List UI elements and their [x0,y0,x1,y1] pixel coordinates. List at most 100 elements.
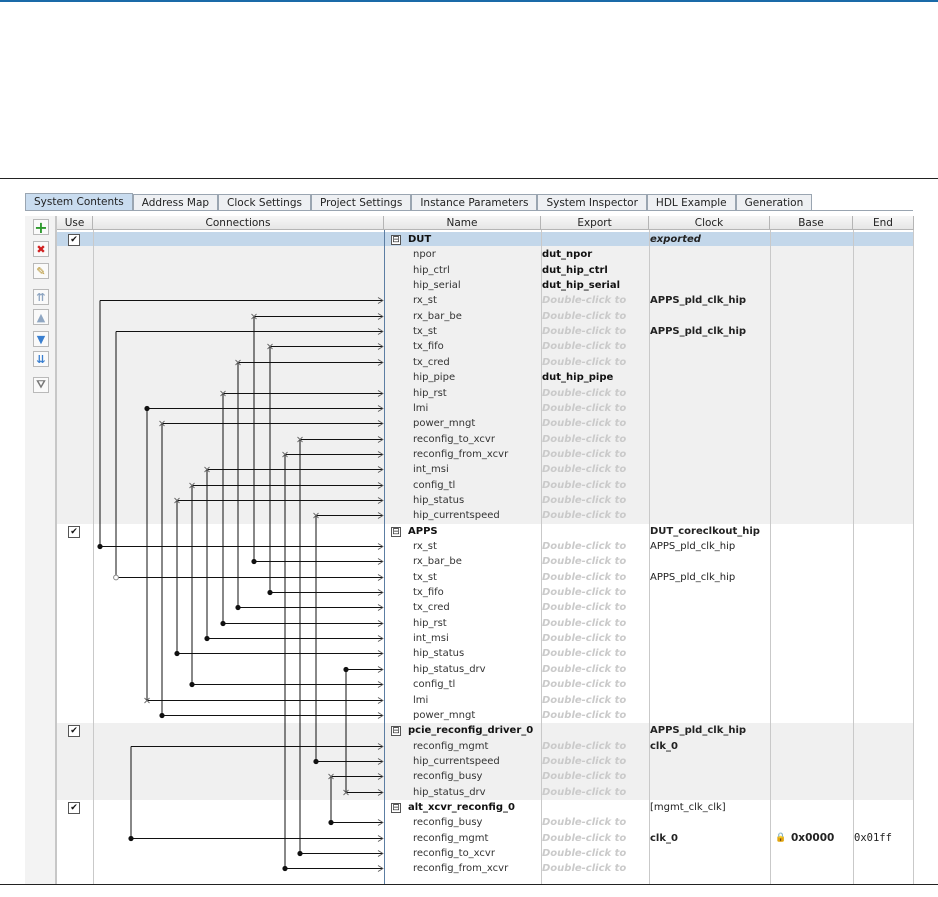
connections-graph[interactable] [56,216,386,884]
export-placeholder[interactable]: Double-click to [542,585,647,600]
connection-dot [189,681,195,688]
export-placeholder[interactable]: Double-click to [542,401,647,416]
export-placeholder[interactable]: Double-click to [542,493,647,508]
column-header-end[interactable]: End [853,216,914,230]
export-placeholder[interactable]: Double-click to [542,416,647,431]
interface-name: rx_st [413,295,437,306]
tab-instance-parameters[interactable]: Instance Parameters [411,194,538,211]
export-placeholder[interactable]: Double-click to [542,846,647,861]
export-placeholder[interactable]: Double-click to [542,432,647,447]
connection-dot [144,405,150,412]
export-placeholder[interactable]: Double-click to [542,293,647,308]
connection-dot [282,865,288,872]
end-address: 0x01ff [854,832,892,844]
clock-value[interactable]: APPS_pld_clk_hip [650,723,768,738]
tab-system-contents[interactable]: System Contents [25,193,133,211]
filter-icon[interactable]: ⛛ [33,377,49,393]
export-placeholder[interactable]: Double-click to [542,785,647,800]
add-icon[interactable]: + [33,218,49,237]
export-placeholder[interactable]: Double-click to [542,861,647,876]
connection-dot [204,635,210,642]
export-placeholder[interactable]: Double-click to [542,754,647,769]
move-bottom-icon[interactable]: ⇊ [33,351,49,367]
export-value[interactable]: dut_hip_pipe [542,370,647,385]
tab-generation[interactable]: Generation [735,194,813,211]
export-placeholder[interactable]: Double-click to [542,662,647,677]
connection-dot [267,589,273,596]
export-placeholder[interactable]: Double-click to [542,554,647,569]
interface-name: tx_st [413,572,437,583]
export-placeholder[interactable]: Double-click to [542,539,647,554]
export-placeholder[interactable]: Double-click to [542,600,647,615]
export-placeholder[interactable]: Double-click to [542,462,647,477]
export-value[interactable]: dut_npor [542,247,647,262]
tab-address-map[interactable]: Address Map [132,194,219,211]
interface-name: hip_serial [413,280,461,291]
component-name: alt_xcvr_reconfig_0 [408,802,515,813]
interface-name: rx_st [413,541,437,552]
clock-value[interactable]: APPS_pld_clk_hip [650,570,768,585]
clock-value[interactable]: clk_0 [650,739,768,754]
column-header-name[interactable]: Name [384,216,541,230]
export-placeholder[interactable]: Double-click to [542,508,647,523]
interface-name: rx_bar_be [413,556,462,567]
clock-value[interactable]: clk_0 [650,831,768,846]
export-placeholder[interactable]: Double-click to [542,708,647,723]
export-placeholder[interactable]: Double-click to [542,309,647,324]
interface-name: lmi [413,695,429,706]
interface-name: tx_fifo [413,341,444,352]
top-rule [0,178,938,179]
clock-value[interactable]: APPS_pld_clk_hip [650,539,768,554]
export-placeholder[interactable]: Double-click to [542,631,647,646]
interface-name: config_tl [413,679,456,690]
interface-name: hip_currentspeed [413,510,500,521]
export-placeholder[interactable]: Double-click to [542,769,647,784]
connection-dot [343,666,349,673]
export-placeholder[interactable]: Double-click to [542,831,647,846]
export-placeholder[interactable]: Double-click to [542,570,647,585]
move-up-icon[interactable]: ▲ [33,309,49,325]
export-placeholder[interactable]: Double-click to [542,616,647,631]
interface-name: hip_status_drv [413,664,486,675]
export-placeholder[interactable]: Double-click to [542,447,647,462]
tab-system-inspector[interactable]: System Inspector [537,194,647,211]
column-header-clock[interactable]: Clock [649,216,770,230]
export-value[interactable]: dut_hip_ctrl [542,263,647,278]
export-placeholder[interactable]: Double-click to [542,677,647,692]
export-value[interactable]: dut_hip_serial [542,278,647,293]
connection-dot [159,712,165,719]
export-placeholder[interactable]: Double-click to [542,339,647,354]
interface-name: hip_status [413,648,465,659]
clock-value[interactable]: APPS_pld_clk_hip [650,293,768,308]
export-placeholder[interactable]: Double-click to [542,739,647,754]
remove-icon[interactable]: ✖ [33,241,49,257]
interface-name: int_msi [413,633,449,644]
move-top-icon[interactable]: ⇈ [33,289,49,305]
interface-name: reconfig_mgmt [413,833,489,844]
clock-value[interactable]: APPS_pld_clk_hip [650,324,768,339]
tab-project-settings[interactable]: Project Settings [310,194,412,211]
connection-dot [328,819,334,826]
move-down-icon[interactable]: ▼ [33,331,49,347]
top-accent-line [0,0,938,2]
export-placeholder[interactable]: Double-click to [542,478,647,493]
export-placeholder[interactable]: Double-click to [542,646,647,661]
column-header-base[interactable]: Base [770,216,853,230]
column-header-export[interactable]: Export [541,216,649,230]
export-placeholder[interactable]: Double-click to [542,355,647,370]
tab-clock-settings[interactable]: Clock Settings [218,194,311,211]
clock-value[interactable]: DUT_coreclkout_hip [650,524,768,539]
clock-value[interactable]: [mgmt_clk_clk] [650,800,768,815]
connection-dot [313,758,319,765]
component-name: APPS [408,526,438,537]
interface-name: hip_rst [413,388,447,399]
export-placeholder[interactable]: Double-click to [542,815,647,830]
clock-value[interactable]: exported [650,232,768,247]
interface-name: reconfig_mgmt [413,741,489,752]
tab-hdl-example[interactable]: HDL Example [646,194,736,211]
edit-icon[interactable]: ✎ [33,263,49,279]
export-placeholder[interactable]: Double-click to [542,386,647,401]
interface-name: reconfig_busy [413,771,483,782]
export-placeholder[interactable]: Double-click to [542,693,647,708]
export-placeholder[interactable]: Double-click to [542,324,647,339]
